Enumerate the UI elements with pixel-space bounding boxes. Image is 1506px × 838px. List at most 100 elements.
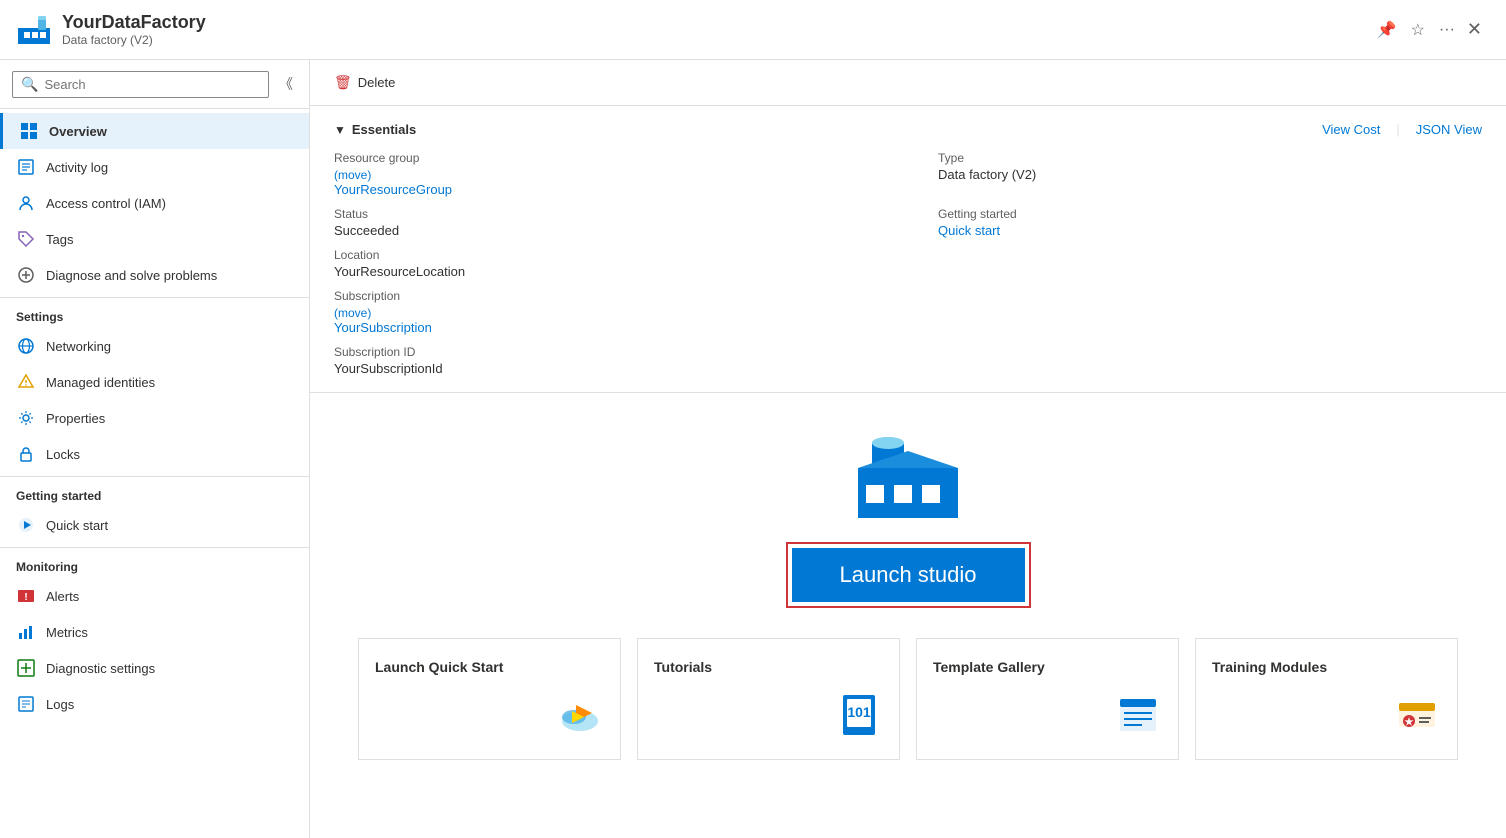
- delete-button[interactable]: 🗑 Delete: [326, 68, 403, 97]
- header-actions: 📌 ☆ ···: [1373, 16, 1459, 44]
- favorite-button[interactable]: ☆: [1407, 16, 1429, 44]
- sidebar-item-label: Locks: [46, 447, 80, 462]
- sidebar-item-locks[interactable]: Locks: [0, 436, 309, 472]
- card-training-modules[interactable]: Training Modules ★: [1195, 638, 1458, 760]
- app-icon: [16, 10, 52, 49]
- getting-started-item: Getting started Quick start: [938, 207, 1482, 238]
- sidebar-item-diagnostic-settings[interactable]: Diagnostic settings: [0, 650, 309, 686]
- sidebar-item-alerts[interactable]: ! Alerts: [0, 578, 309, 614]
- sidebar-item-label: Overview: [49, 124, 107, 139]
- essentials-section: ▼ Essentials View Cost | JSON View Resou…: [310, 106, 1506, 393]
- search-input[interactable]: [44, 77, 260, 92]
- launch-studio-button[interactable]: Launch studio: [792, 548, 1025, 602]
- type-item: Type Data factory (V2): [938, 151, 1482, 197]
- header-title-group: YourDataFactory Data factory (V2): [62, 12, 1365, 47]
- location-item: Location YourResourceLocation: [334, 248, 878, 279]
- page-subtitle: Data factory (V2): [62, 33, 1365, 47]
- factory-icon-area: [848, 423, 968, 526]
- properties-icon: [16, 408, 36, 428]
- card-template-gallery[interactable]: Template Gallery: [916, 638, 1179, 760]
- cards-row: Launch Quick Start Tutorials: [358, 638, 1458, 760]
- launch-btn-border: Launch studio: [786, 542, 1031, 608]
- sidebar-item-iam[interactable]: Access control (IAM): [0, 185, 309, 221]
- more-button[interactable]: ···: [1435, 17, 1459, 43]
- sidebar-item-networking[interactable]: Networking: [0, 328, 309, 364]
- sidebar-item-label: Diagnose and solve problems: [46, 268, 217, 283]
- sidebar-item-logs[interactable]: Logs: [0, 686, 309, 722]
- sidebar-item-label: Logs: [46, 697, 74, 712]
- subscription-value: (move) YourSubscription: [334, 305, 878, 335]
- essentials-header: ▼ Essentials View Cost | JSON View: [334, 122, 1482, 137]
- sidebar-item-label: Metrics: [46, 625, 88, 640]
- card-title: Launch Quick Start: [375, 659, 604, 675]
- svg-text:★: ★: [1405, 717, 1414, 728]
- subscription-id-label: Subscription ID: [334, 345, 878, 359]
- svg-text:101: 101: [847, 704, 871, 720]
- card-icon-area: ★: [1212, 691, 1441, 739]
- card-title: Tutorials: [654, 659, 883, 675]
- monitoring-section-label: Monitoring: [0, 547, 309, 578]
- getting-started-section-label: Getting started: [0, 476, 309, 507]
- settings-section-label: Settings: [0, 297, 309, 328]
- subscription-id-item: Subscription ID YourSubscriptionId: [334, 345, 878, 376]
- launch-studio-label: Launch studio: [840, 562, 977, 588]
- resource-group-value: (move) YourResourceGroup: [334, 167, 878, 197]
- sidebar-item-overview[interactable]: Overview: [0, 113, 309, 149]
- status-item: Status Succeeded: [334, 207, 878, 238]
- diagnose-icon: [16, 265, 36, 285]
- main-content: Launch studio Launch Quick Start: [310, 393, 1506, 780]
- essentials-grid: Resource group (move) YourResourceGroup …: [334, 151, 1482, 376]
- sidebar-item-properties[interactable]: Properties: [0, 400, 309, 436]
- sidebar-item-label: Diagnostic settings: [46, 661, 155, 676]
- collapse-sidebar-button[interactable]: 《: [275, 70, 297, 98]
- search-icon: 🔍: [21, 76, 38, 93]
- subscription-link[interactable]: YourSubscription: [334, 320, 432, 335]
- sidebar-item-quick-start[interactable]: Quick start: [0, 507, 309, 543]
- card-icon-area: [933, 691, 1162, 739]
- card-icon-area: [375, 691, 604, 739]
- status-value: Succeeded: [334, 223, 878, 238]
- card-title: Training Modules: [1212, 659, 1441, 675]
- subscription-id-value: YourSubscriptionId: [334, 361, 878, 376]
- view-cost-link[interactable]: View Cost: [1322, 122, 1380, 137]
- content-area: 🗑 Delete ▼ Essentials View Cost | JSON V…: [310, 60, 1506, 838]
- delete-label: Delete: [358, 75, 396, 90]
- sidebar-item-diagnose[interactable]: Diagnose and solve problems: [0, 257, 309, 293]
- location-label: Location: [334, 248, 878, 262]
- quick-start-link[interactable]: Quick start: [938, 223, 1000, 238]
- card-tutorials[interactable]: Tutorials 101: [637, 638, 900, 760]
- resource-group-move-link[interactable]: (move): [334, 168, 371, 182]
- sidebar-search-area: 🔍 《: [0, 60, 309, 109]
- metrics-icon: [16, 622, 36, 642]
- card-launch-quick-start[interactable]: Launch Quick Start: [358, 638, 621, 760]
- sidebar-item-managed-identities[interactable]: Managed identities: [0, 364, 309, 400]
- diagnostic-settings-icon: [16, 658, 36, 678]
- chevron-down-icon: ▼: [334, 123, 346, 137]
- resource-group-item: Resource group (move) YourResourceGroup: [334, 151, 878, 197]
- quick-start-icon: [16, 515, 36, 535]
- essentials-title: ▼ Essentials: [334, 122, 416, 137]
- toolbar: 🗑 Delete: [310, 60, 1506, 106]
- search-box: 🔍: [12, 71, 269, 98]
- pin-button[interactable]: 📌: [1373, 16, 1401, 44]
- json-view-link[interactable]: JSON View: [1416, 122, 1482, 137]
- main-layout: 🔍 《 Overview Activity log: [0, 60, 1506, 838]
- status-label: Status: [334, 207, 878, 221]
- resource-group-link[interactable]: YourResourceGroup: [334, 182, 452, 197]
- locks-icon: [16, 444, 36, 464]
- tags-icon: [16, 229, 36, 249]
- subscription-move-link[interactable]: (move): [334, 306, 371, 320]
- iam-icon: [16, 193, 36, 213]
- sidebar-item-label: Tags: [46, 232, 73, 247]
- close-button[interactable]: ✕: [1459, 15, 1490, 44]
- sidebar-item-tags[interactable]: Tags: [0, 221, 309, 257]
- sidebar-item-activity-log[interactable]: Activity log: [0, 149, 309, 185]
- location-value: YourResourceLocation: [334, 264, 878, 279]
- subscription-label: Subscription: [334, 289, 878, 303]
- sidebar-item-metrics[interactable]: Metrics: [0, 614, 309, 650]
- sidebar-item-label: Activity log: [46, 160, 108, 175]
- getting-started-label: Getting started: [938, 207, 1482, 221]
- logs-icon: [16, 694, 36, 714]
- sidebar-item-label: Properties: [46, 411, 105, 426]
- type-label: Type: [938, 151, 1482, 165]
